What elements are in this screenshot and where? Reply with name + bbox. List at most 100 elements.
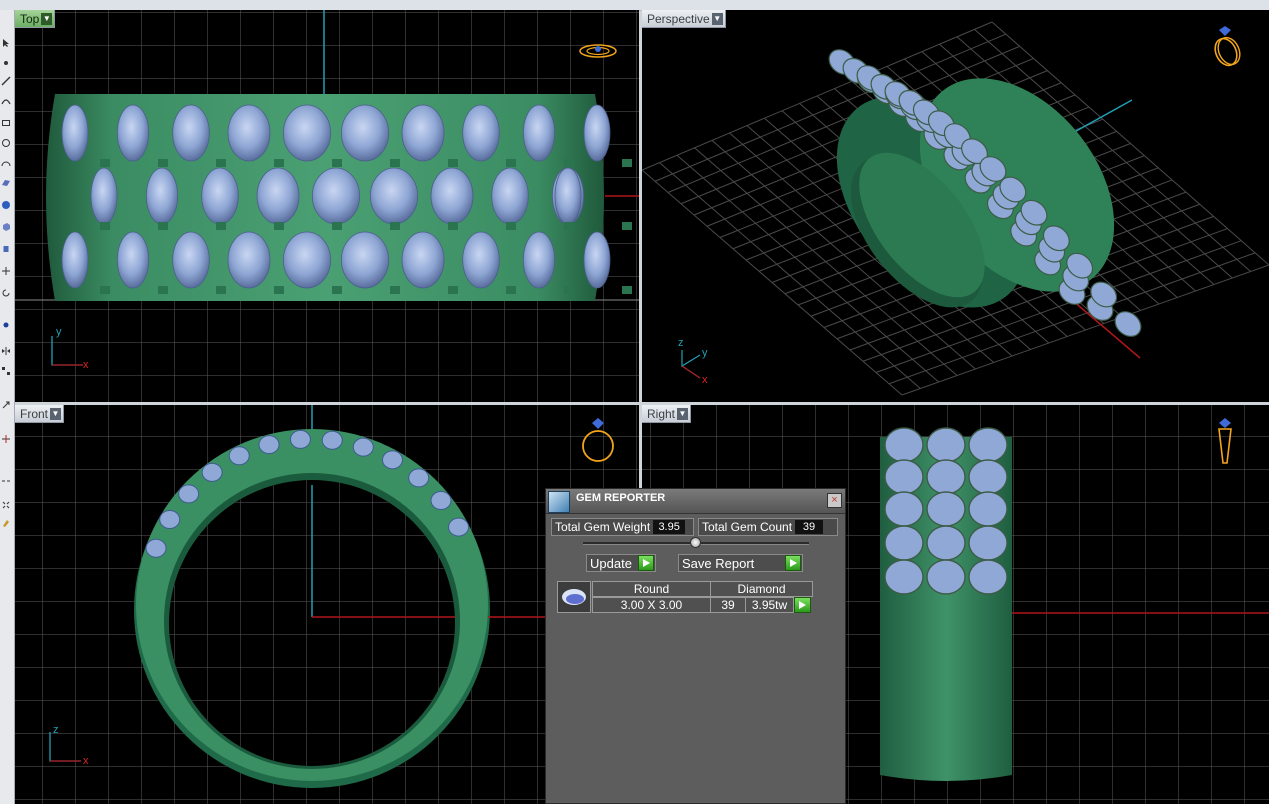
prong	[332, 222, 342, 230]
prong	[622, 222, 632, 230]
viewport-perspective[interactable]: z y x Perspective ▼	[642, 10, 1269, 402]
gem-weight-cell: 3.95tw	[745, 597, 794, 613]
rectangle-tool-icon[interactable]	[1, 118, 11, 128]
trim-tool-icon[interactable]	[1, 434, 11, 444]
update-button[interactable]: Update	[586, 554, 656, 572]
tab-perspective-label: Perspective	[647, 11, 710, 26]
gem-stone	[227, 231, 271, 289]
prong	[448, 159, 458, 167]
cylinder-tool-icon[interactable]	[1, 244, 11, 254]
prong	[506, 159, 516, 167]
gem-stone	[968, 427, 1008, 463]
tab-right[interactable]: Right ▼	[642, 405, 692, 423]
gem-stone	[145, 167, 179, 225]
curve-tool-icon[interactable]	[1, 96, 11, 106]
gem-size-cell: 3.00 X 3.00	[592, 597, 711, 613]
tab-front[interactable]: Front ▼	[15, 405, 65, 423]
gem-reporter-app-icon	[548, 491, 570, 513]
total-gem-weight-label: Total Gem Weight	[555, 520, 651, 534]
slider-knob[interactable]	[690, 537, 701, 548]
gem-stone	[491, 167, 529, 225]
left-toolbar	[0, 10, 15, 804]
prong	[158, 222, 168, 230]
close-button[interactable]: ×	[827, 493, 842, 508]
prong	[100, 286, 110, 294]
gem-stone	[926, 559, 966, 595]
gem-stone	[401, 104, 445, 162]
prong	[158, 286, 168, 294]
tab-top-label: Top	[20, 11, 40, 26]
total-gem-weight-value: 3.95	[653, 520, 686, 534]
gem-stone	[448, 517, 470, 537]
prong	[390, 286, 400, 294]
gem-count-cell: 39	[710, 597, 746, 613]
front-axis-label-z: z	[53, 724, 59, 736]
viewport-top[interactable]: y x Top ▼	[15, 10, 639, 402]
top-axis-label-y: y	[56, 326, 62, 338]
point-tool-icon[interactable]	[1, 58, 11, 68]
chevron-down-icon[interactable]: ▼	[711, 12, 723, 25]
gem-stone	[201, 462, 223, 482]
circle-tool-icon[interactable]	[1, 138, 11, 148]
gem-stone	[289, 429, 311, 449]
explode-tool-icon[interactable]	[1, 500, 11, 510]
prong	[274, 286, 284, 294]
gem-stone	[227, 104, 271, 162]
gem-detail-play-icon[interactable]	[794, 597, 811, 613]
chevron-down-icon[interactable]: ▼	[677, 407, 689, 420]
total-gem-count-value: 39	[795, 520, 824, 534]
persp-axis-label-y: y	[702, 347, 708, 359]
gem-list-row[interactable]: Round Diamond 3.00 X 3.00 39 3.95tw	[557, 581, 813, 613]
prong	[332, 286, 342, 294]
save-report-button[interactable]: Save Report	[678, 554, 803, 572]
gem-stone	[926, 491, 966, 527]
gem-stone	[968, 525, 1008, 561]
front-ring-icon[interactable]	[577, 415, 621, 465]
gem-stone	[884, 427, 924, 463]
tab-top[interactable]: Top ▼	[15, 10, 56, 28]
gem-reporter-titlebar[interactable]: GEM REPORTER ×	[546, 489, 845, 514]
sphere-tool-icon[interactable]	[1, 200, 11, 210]
gem-reporter-slider[interactable]	[583, 537, 809, 548]
gem-material-cell: Diamond	[710, 581, 813, 597]
save-report-button-label: Save Report	[682, 555, 755, 571]
prong	[390, 222, 400, 230]
prong	[216, 286, 226, 294]
mirror-tool-icon[interactable]	[1, 346, 11, 356]
chevron-down-icon[interactable]: ▼	[50, 407, 62, 420]
gem-stone	[61, 231, 89, 289]
scale-tool-icon[interactable]	[1, 400, 11, 410]
gem-stone	[228, 446, 250, 466]
right-ring-icon[interactable]	[1213, 415, 1237, 467]
surface-tool-icon[interactable]	[1, 178, 11, 188]
gem-stone	[401, 231, 445, 289]
tab-perspective[interactable]: Perspective ▼	[642, 10, 726, 28]
array-tool-icon[interactable]	[1, 366, 11, 376]
paint-tool-icon[interactable]	[1, 518, 11, 528]
perspective-view-canvas[interactable]: z y x	[642, 10, 1269, 402]
gem-stone	[968, 459, 1008, 495]
gem-stone	[884, 491, 924, 527]
gem-stone	[926, 459, 966, 495]
rotate-tool-icon[interactable]	[1, 288, 11, 298]
move-tool-icon[interactable]	[1, 266, 11, 276]
line-tool-icon[interactable]	[1, 76, 11, 86]
prong	[100, 222, 110, 230]
play-icon[interactable]	[638, 555, 654, 571]
gem-stone	[116, 104, 150, 162]
gem-stone	[884, 525, 924, 561]
play-icon[interactable]	[785, 555, 801, 571]
prong	[158, 159, 168, 167]
perspective-ring-icon[interactable]	[1208, 24, 1246, 70]
select-tool-icon[interactable]	[1, 38, 11, 48]
total-gem-weight-field: Total Gem Weight 3.95	[551, 518, 694, 536]
join-tool-icon[interactable]	[1, 476, 11, 486]
chevron-down-icon[interactable]: ▼	[41, 12, 53, 25]
box-tool-icon[interactable]	[1, 222, 11, 232]
top-view-ring-icon[interactable]	[576, 40, 620, 62]
top-view-canvas[interactable]: y x	[15, 10, 639, 402]
prong	[100, 159, 110, 167]
dot-tool-icon[interactable]	[1, 320, 11, 330]
prong	[274, 159, 284, 167]
arc-tool-icon[interactable]	[1, 158, 11, 168]
